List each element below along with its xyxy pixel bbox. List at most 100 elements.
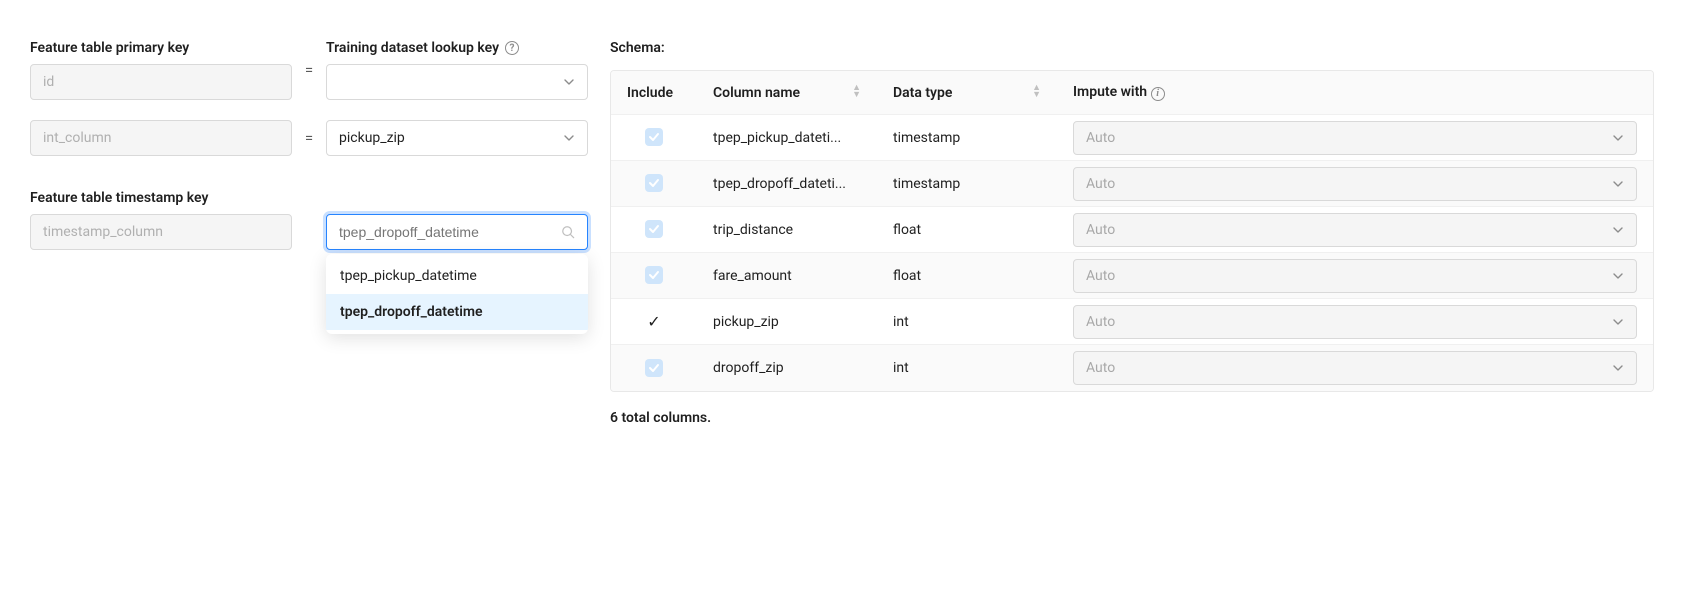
checkbox-disabled-icon: [645, 220, 663, 238]
th-data-type[interactable]: Data type ▲▼: [877, 71, 1057, 115]
checkmark-icon: ✓: [647, 312, 660, 331]
impute-select[interactable]: Auto: [1073, 305, 1637, 339]
equals-sign: =: [302, 61, 316, 79]
th-include-text: Include: [627, 85, 673, 101]
cell-column-name: tpep_dropoff_dateti...: [697, 161, 877, 207]
timestamp-key-field: timestamp_column: [30, 214, 292, 250]
table-row: dropoff_zip int Auto: [611, 345, 1653, 391]
schema-footer: 6 total columns.: [610, 410, 1654, 426]
cell-data-type: timestamp: [877, 161, 1057, 207]
cell-column-name: trip_distance: [697, 207, 877, 253]
cell-data-type: timestamp: [877, 115, 1057, 161]
cell-data-type: float: [877, 207, 1057, 253]
chevron-down-icon: [1612, 316, 1624, 328]
impute-value: Auto: [1086, 222, 1115, 238]
th-type-text: Data type: [893, 85, 952, 101]
cell-data-type: float: [877, 253, 1057, 299]
schema-tbody: tpep_pickup_dateti...timestampAutotpep_d…: [611, 115, 1653, 391]
lookup-key-select-1[interactable]: [326, 64, 588, 100]
cell-column-name: dropoff_zip: [697, 345, 877, 391]
equals-sign: [302, 223, 316, 241]
primary-key-field-2: int_column: [30, 120, 292, 156]
table-row: fare_amount float Auto: [611, 253, 1653, 299]
lookup-key-label-text: Training dataset lookup key: [326, 40, 499, 56]
chevron-down-icon: [563, 76, 575, 88]
impute-select[interactable]: Auto: [1073, 167, 1637, 201]
th-impute-text: Impute with: [1073, 84, 1147, 100]
cell-data-type: int: [877, 345, 1057, 391]
chevron-down-icon: [1612, 178, 1624, 190]
column-name-text: tpep_dropoff_dateti...: [713, 176, 861, 192]
impute-select[interactable]: Auto: [1073, 121, 1637, 155]
primary-key-label: Feature table primary key: [30, 40, 292, 56]
impute-value: Auto: [1086, 176, 1115, 192]
impute-value: Auto: [1086, 130, 1115, 146]
column-name-text: dropoff_zip: [713, 360, 861, 376]
timestamp-lookup-dropdown: tpep_pickup_datetime tpep_dropoff_dateti…: [326, 254, 588, 334]
cell-impute: Auto: [1057, 161, 1653, 207]
checkbox-disabled-icon: [645, 128, 663, 146]
schema-panel: Schema: Include Column name ▲▼ Data type…: [610, 40, 1654, 426]
sort-icon: ▲▼: [1032, 85, 1041, 99]
cell-include: [611, 115, 697, 161]
cell-impute: Auto: [1057, 115, 1653, 161]
schema-table: Include Column name ▲▼ Data type ▲▼ Impu…: [610, 70, 1654, 392]
search-icon: [561, 225, 575, 239]
cell-include: ✓: [611, 299, 697, 345]
impute-select[interactable]: Auto: [1073, 213, 1637, 247]
lookup-key-select-2[interactable]: pickup_zip: [326, 120, 588, 156]
cell-column-name: pickup_zip: [697, 299, 877, 345]
primary-key-value-1: id: [43, 74, 54, 90]
timestamp-lookup-select[interactable]: [326, 214, 588, 250]
th-include: Include: [611, 71, 697, 115]
th-column-name[interactable]: Column name ▲▼: [697, 71, 877, 115]
schema-heading: Schema:: [610, 40, 1654, 56]
cell-column-name: tpep_pickup_dateti...: [697, 115, 877, 161]
sort-icon: ▲▼: [852, 85, 861, 99]
cell-data-type: int: [877, 299, 1057, 345]
timestamp-key-label: Feature table timestamp key: [30, 190, 588, 206]
column-name-text: fare_amount: [713, 268, 861, 284]
chevron-down-icon: [1612, 132, 1624, 144]
table-row: tpep_pickup_dateti... timestamp Auto: [611, 115, 1653, 161]
column-name-text: trip_distance: [713, 222, 861, 238]
feature-key-mapping-panel: Feature table primary key id = Training …: [30, 40, 588, 270]
chevron-down-icon: [563, 132, 575, 144]
checkbox-disabled-icon: [645, 174, 663, 192]
cell-include: [611, 253, 697, 299]
impute-value: Auto: [1086, 268, 1115, 284]
column-name-text: pickup_zip: [713, 314, 861, 330]
checkbox-disabled-icon: [645, 359, 663, 377]
cell-include: [611, 161, 697, 207]
timestamp-lookup-search-input[interactable]: [339, 224, 561, 240]
cell-impute: Auto: [1057, 345, 1653, 391]
cell-column-name: fare_amount: [697, 253, 877, 299]
impute-select[interactable]: Auto: [1073, 351, 1637, 385]
table-row: trip_distance float Auto: [611, 207, 1653, 253]
lookup-key-value-2: pickup_zip: [339, 130, 405, 146]
th-impute: Impute with i: [1057, 71, 1653, 115]
cell-impute: Auto: [1057, 207, 1653, 253]
chevron-down-icon: [1612, 362, 1624, 374]
dropdown-option[interactable]: tpep_dropoff_datetime: [326, 294, 588, 330]
help-icon[interactable]: ?: [505, 41, 519, 55]
cell-include: [611, 345, 697, 391]
cell-impute: Auto: [1057, 253, 1653, 299]
timestamp-key-value: timestamp_column: [43, 224, 163, 240]
impute-value: Auto: [1086, 360, 1115, 376]
column-name-text: tpep_pickup_dateti...: [713, 130, 861, 146]
lookup-key-label: Training dataset lookup key ?: [326, 40, 588, 56]
primary-key-field-1: id: [30, 64, 292, 100]
info-icon[interactable]: i: [1151, 87, 1165, 101]
table-row: ✓ pickup_zip int Auto: [611, 299, 1653, 345]
equals-sign: =: [302, 129, 316, 147]
impute-value: Auto: [1086, 314, 1115, 330]
cell-include: [611, 207, 697, 253]
impute-select[interactable]: Auto: [1073, 259, 1637, 293]
chevron-down-icon: [1612, 270, 1624, 282]
th-column-text: Column name: [713, 85, 800, 101]
dropdown-option[interactable]: tpep_pickup_datetime: [326, 258, 588, 294]
table-row: tpep_dropoff_dateti... timestamp Auto: [611, 161, 1653, 207]
chevron-down-icon: [1612, 224, 1624, 236]
primary-key-value-2: int_column: [43, 130, 111, 146]
